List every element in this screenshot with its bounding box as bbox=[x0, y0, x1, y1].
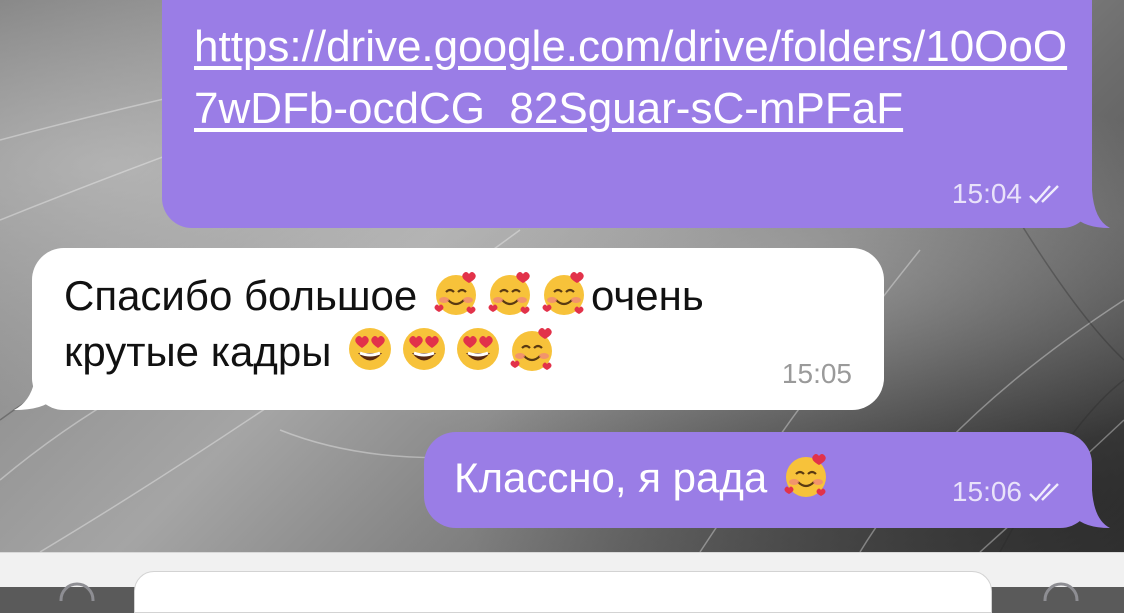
smiling-face-with-hearts-icon bbox=[434, 272, 476, 315]
smiling-face-with-hearts-icon bbox=[510, 328, 553, 371]
message-time: 15:04 bbox=[951, 178, 1022, 209]
heart-eyes-icon bbox=[349, 328, 392, 370]
message-meta: 15:06 bbox=[952, 476, 1068, 508]
smiling-face-with-hearts-icon bbox=[784, 454, 826, 497]
message-text: Спасибо большое очень крутые кадры bbox=[64, 268, 864, 380]
message-text-content: Классно, я рада bbox=[454, 454, 768, 501]
smiling-face-with-hearts-icon bbox=[542, 272, 584, 315]
microphone-icon[interactable] bbox=[1042, 581, 1080, 601]
smiling-face-with-hearts-icon bbox=[488, 272, 530, 315]
outgoing-message-link[interactable]: https://drive.google.com/drive/folders/1… bbox=[162, 0, 1092, 228]
bubble-tail bbox=[1074, 190, 1110, 228]
drive-folder-link[interactable]: https://drive.google.com/drive/folders/1… bbox=[194, 16, 1074, 140]
message-text-line2: крутые кадры bbox=[64, 328, 332, 375]
message-text-line1: Спасибо большое bbox=[64, 272, 418, 319]
attach-icon[interactable] bbox=[58, 581, 96, 601]
message-composer bbox=[0, 552, 1124, 613]
heart-eyes-icon bbox=[457, 328, 500, 370]
bubble-tail bbox=[1074, 490, 1110, 528]
message-text-line1-tail: очень bbox=[590, 272, 704, 319]
double-check-icon bbox=[1029, 185, 1059, 204]
message-input[interactable] bbox=[134, 571, 992, 613]
heart-eyes-icon bbox=[403, 328, 446, 370]
double-check-icon bbox=[1029, 483, 1059, 502]
message-time: 15:05 bbox=[781, 358, 852, 389]
outgoing-message[interactable]: Классно, я рада 15:06 bbox=[424, 432, 1092, 528]
incoming-message[interactable]: Спасибо большое очень крутые кадры 15:05 bbox=[32, 248, 884, 410]
message-meta: 15:05 bbox=[782, 358, 852, 390]
message-meta: 15:04 bbox=[952, 178, 1068, 210]
message-time: 15:06 bbox=[951, 476, 1022, 507]
